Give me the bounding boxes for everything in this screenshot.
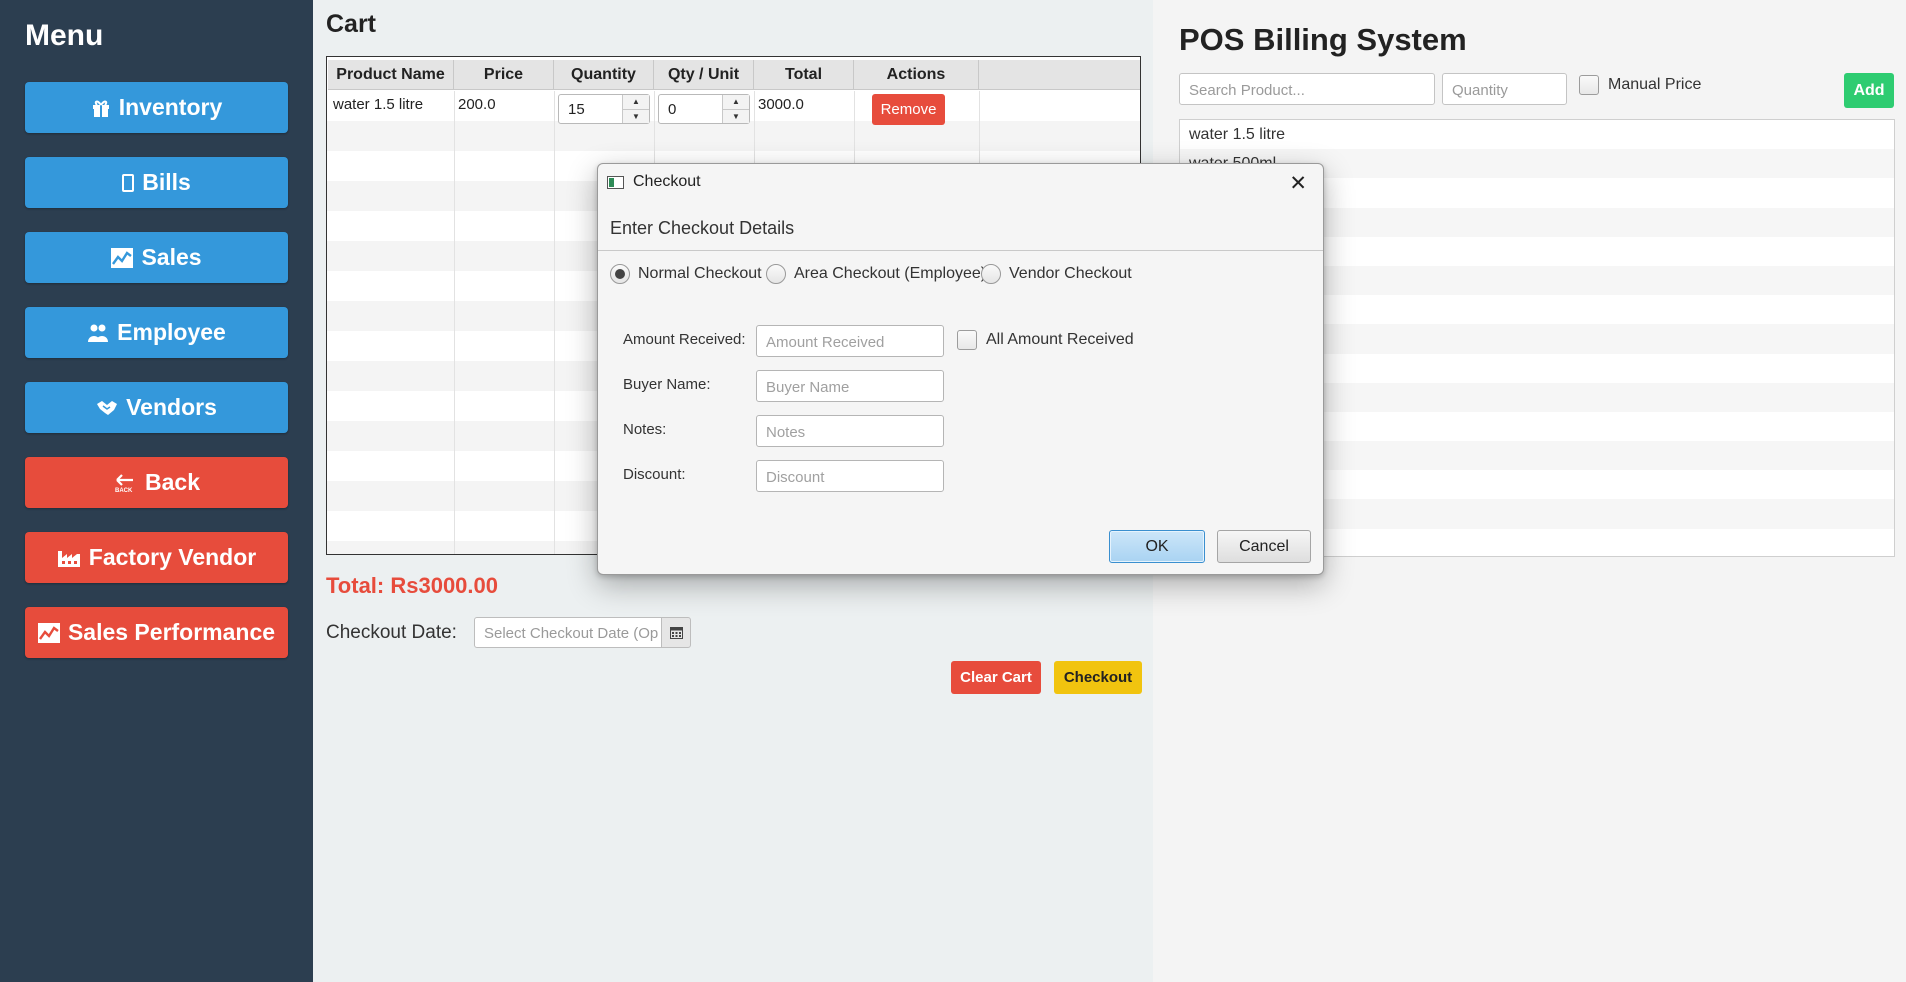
table-row-empty (327, 121, 1140, 151)
list-item[interactable]: water 1.5 litre (1180, 120, 1894, 149)
sidebar: Menu Inventory Bills Sales Employee Vend… (0, 0, 313, 982)
manual-price-checkbox[interactable]: Manual Price (1579, 75, 1701, 95)
add-button[interactable]: Add (1844, 73, 1894, 108)
checkout-date-label: Checkout Date: (326, 622, 457, 643)
close-icon[interactable]: ✕ (1289, 171, 1307, 196)
manual-price-label: Manual Price (1608, 76, 1702, 93)
decrement-icon[interactable]: ▼ (623, 108, 649, 124)
sales-button-label: Sales (141, 244, 202, 270)
factory-vendor-button[interactable]: Factory Vendor (25, 532, 288, 583)
product-search-input[interactable]: Search Product... (1179, 73, 1435, 105)
back-icon: BACK (115, 473, 133, 493)
column-header-filler (979, 60, 1140, 90)
sales-performance-button-label: Sales Performance (67, 619, 276, 645)
vendors-button[interactable]: Vendors (25, 382, 288, 433)
radio-selected-icon[interactable] (610, 264, 630, 284)
cell-product-name: water 1.5 litre (333, 96, 424, 113)
remove-button[interactable]: Remove (872, 94, 945, 125)
handshake-icon (97, 400, 118, 415)
column-header-total[interactable]: Total (754, 60, 854, 90)
normal-checkout-label: Normal Checkout (638, 265, 762, 282)
qty-unit-stepper[interactable]: 0 ▲ ▼ (658, 94, 750, 124)
dialog-titlebar[interactable]: Checkout ✕ (598, 164, 1323, 200)
buyer-name-input[interactable]: Buyer Name (756, 370, 944, 402)
radio-icon[interactable] (766, 264, 786, 284)
decrement-icon[interactable]: ▼ (723, 108, 749, 124)
gift-icon (92, 100, 109, 117)
sales-button[interactable]: Sales (25, 232, 288, 283)
cell-total: 3000.0 (758, 96, 804, 113)
column-divider (454, 91, 455, 554)
notes-label: Notes: (623, 421, 667, 438)
menu-title: Menu (25, 19, 104, 52)
app-icon (607, 175, 624, 189)
checkbox-box[interactable] (957, 330, 977, 350)
chart-icon (37, 622, 60, 643)
calendar-icon (669, 626, 683, 639)
pos-title: POS Billing System (1179, 22, 1467, 57)
divider (598, 250, 1323, 251)
checkout-button[interactable]: Checkout (1054, 661, 1142, 694)
all-amount-received-checkbox[interactable]: All Amount Received (957, 330, 1134, 350)
sales-performance-button[interactable]: Sales Performance (25, 607, 288, 658)
receipt-icon (122, 173, 135, 192)
dialog-header: Enter Checkout Details (610, 218, 795, 238)
quantity-stepper-value: 15 (568, 100, 585, 118)
column-header-quantity[interactable]: Quantity (554, 60, 654, 90)
radio-icon[interactable] (981, 264, 1001, 284)
quantity-stepper[interactable]: 15 ▲ ▼ (558, 94, 650, 124)
discount-input[interactable]: Discount (756, 460, 944, 492)
factory-icon (57, 550, 80, 567)
vendors-button-label: Vendors (126, 394, 217, 420)
factory-vendor-button-label: Factory Vendor (88, 544, 257, 570)
all-amount-received-label: All Amount Received (986, 331, 1134, 348)
normal-checkout-radio[interactable]: Normal Checkout (610, 264, 762, 284)
notes-input[interactable]: Notes (756, 415, 944, 447)
clear-cart-button[interactable]: Clear Cart (951, 661, 1041, 694)
chart-icon (111, 247, 134, 268)
buyer-name-label: Buyer Name: (623, 376, 711, 393)
inventory-button[interactable]: Inventory (25, 82, 288, 133)
qty-unit-stepper-value: 0 (668, 100, 677, 118)
back-button[interactable]: BACK Back (25, 457, 288, 508)
amount-received-input[interactable]: Amount Received (756, 325, 944, 357)
amount-received-label: Amount Received: (623, 331, 746, 348)
checkout-date-input[interactable]: Select Checkout Date (Op (474, 617, 662, 648)
cart-total: Total: Rs3000.00 (326, 573, 499, 598)
area-checkout-label: Area Checkout (Employee) (794, 265, 987, 282)
bills-button-label: Bills (142, 169, 191, 195)
column-header-qty-unit[interactable]: Qty / Unit (654, 60, 754, 90)
increment-icon[interactable]: ▲ (623, 95, 649, 109)
column-header-price[interactable]: Price (454, 60, 554, 90)
svg-text:BACK: BACK (115, 488, 133, 493)
column-divider (554, 91, 555, 554)
column-header-actions[interactable]: Actions (854, 60, 979, 90)
dialog-title: Checkout (633, 173, 701, 190)
back-button-label: Back (145, 469, 200, 495)
column-header-product-name[interactable]: Product Name (328, 60, 454, 90)
checkbox-box[interactable] (1579, 75, 1599, 95)
calendar-button[interactable] (661, 617, 691, 648)
discount-label: Discount: (623, 466, 686, 483)
employee-button[interactable]: Employee (25, 307, 288, 358)
cart-title: Cart (326, 10, 377, 38)
ok-button[interactable]: OK (1109, 530, 1205, 563)
vendor-checkout-radio[interactable]: Vendor Checkout (981, 264, 1132, 284)
checkout-dialog: Checkout ✕ Enter Checkout Details Normal… (597, 163, 1324, 575)
cell-price: 200.0 (458, 96, 496, 113)
vendor-checkout-label: Vendor Checkout (1009, 265, 1132, 282)
increment-icon[interactable]: ▲ (723, 95, 749, 109)
inventory-button-label: Inventory (118, 94, 223, 120)
bills-button[interactable]: Bills (25, 157, 288, 208)
users-icon (88, 324, 109, 342)
area-checkout-radio[interactable]: Area Checkout (Employee) (766, 264, 986, 284)
employee-button-label: Employee (117, 319, 226, 345)
quantity-input[interactable]: Quantity (1442, 73, 1567, 105)
cancel-button[interactable]: Cancel (1217, 530, 1311, 563)
